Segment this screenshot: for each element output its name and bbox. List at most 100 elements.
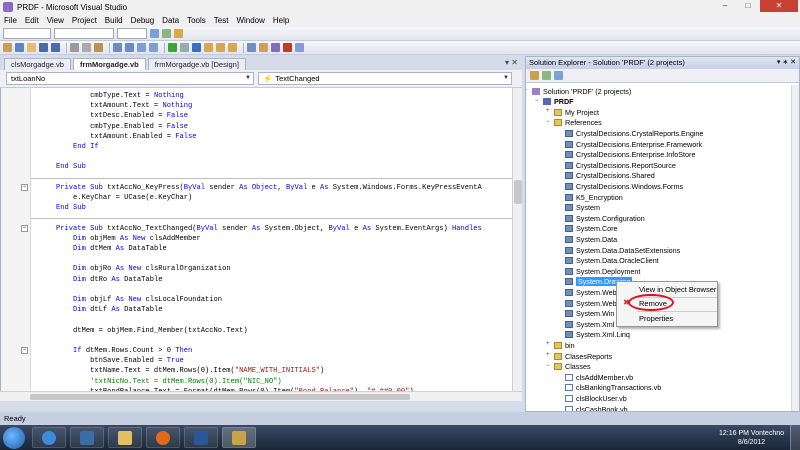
find-combo[interactable] [117,28,147,39]
document-tab[interactable]: frmMorgadge.vb [72,58,146,70]
collapse-toggle-icon[interactable]: − [21,347,28,354]
cut-icon[interactable] [70,43,79,52]
tree-item[interactable]: My Project [554,107,599,117]
maximize-button[interactable]: □ [737,0,759,12]
panel-controls[interactable]: ▾ ∗ ✕ [777,57,796,69]
menu-window[interactable]: Window [236,16,264,25]
tree-item[interactable]: System.Web [565,298,617,308]
pause-icon[interactable] [180,43,189,52]
tree-expander-icon[interactable]: − [546,363,550,369]
properties-icon[interactable] [530,71,539,80]
taskbar-word-button[interactable] [184,427,218,448]
menu-item-properties[interactable]: Properties [617,313,717,325]
solution-explorer-icon[interactable] [247,43,256,52]
tree-expander-icon[interactable]: − [526,87,528,93]
method-name-combo[interactable]: ⚡ TextChanged ▼ [258,72,512,85]
tree-item[interactable]: System.Web [565,287,617,297]
tree-item[interactable]: System.Xml.Linq [565,330,630,340]
tree-item[interactable]: System.Core [565,224,618,234]
tree-item[interactable]: System.Data.DataSetExtensions [565,245,680,255]
tree-item[interactable]: Solution 'PRDF' (2 projects) [532,86,631,96]
object-browser-icon[interactable] [271,43,280,52]
save-all-icon[interactable] [51,43,60,52]
scroll-thumb[interactable] [30,394,410,400]
show-all-files-icon[interactable] [542,71,551,80]
platform-combo[interactable] [54,28,114,39]
menu-tools[interactable]: Tools [187,16,206,25]
tree-item[interactable]: CrystalDecisions.Enterprise.InfoStore [565,150,695,160]
taskbar-firefox-button[interactable] [146,427,180,448]
tree-item[interactable]: clsBlockUser.vb [565,393,627,403]
tree-item[interactable]: bin [554,340,575,350]
tree-item[interactable]: CrystalDecisions.Windows.Forms [565,181,683,191]
step-into-icon[interactable] [204,43,213,52]
document-tab[interactable]: frmMorgadge.vb [Design] [147,58,246,70]
taskbar-ie-button[interactable] [32,427,66,448]
undo-icon[interactable] [113,43,122,52]
close-document-icon[interactable]: ▾ ✕ [505,58,518,67]
taskbar-media-button[interactable] [70,427,104,448]
toolbox-icon[interactable] [283,43,292,52]
tree-item[interactable]: PRDF [543,97,574,107]
tree-item[interactable]: References [554,118,602,128]
class-name-combo[interactable]: txtLoanNo ▼ [6,72,254,85]
tree-item[interactable]: System.Deployment [565,266,640,276]
solution-vertical-scrollbar[interactable] [791,85,799,411]
tree-item[interactable]: clsBankingTransactions.vb [565,383,661,393]
tree-item[interactable]: K5_Encryption [565,192,623,202]
start-button[interactable] [3,427,25,449]
stop-icon[interactable] [192,43,201,52]
tree-expander-icon[interactable]: − [535,98,539,104]
step-out-icon[interactable] [228,43,237,52]
options-icon[interactable] [174,29,183,38]
navigate-forward-icon[interactable] [149,43,158,52]
tree-item[interactable]: System.Win [565,309,614,319]
tree-expander-icon[interactable]: − [546,119,550,125]
show-desktop-button[interactable] [790,425,800,450]
editor-horizontal-scrollbar[interactable] [0,391,522,401]
start-page-icon[interactable] [295,43,304,52]
redo-icon[interactable] [125,43,134,52]
tree-item[interactable]: System.Xml [565,319,614,329]
tree-expander-icon[interactable]: + [546,352,550,358]
start-debugging-icon[interactable] [168,43,177,52]
tree-item[interactable]: System.Configuration [565,213,645,223]
paste-icon[interactable] [94,43,103,52]
tree-item[interactable]: CrystalDecisions.Shared [565,171,655,181]
tree-item[interactable]: ClasesReports [554,351,612,361]
tree-item[interactable]: clsCashBook.vb [565,404,628,411]
menu-file[interactable]: File [4,16,17,25]
scroll-thumb[interactable] [514,180,522,204]
tree-item[interactable]: CrystalDecisions.Enterprise.Framework [565,139,702,149]
minimize-button[interactable]: – [714,0,736,12]
copy-icon[interactable] [82,43,91,52]
menu-edit[interactable]: Edit [25,16,39,25]
step-over-icon[interactable] [216,43,225,52]
menu-debug[interactable]: Debug [131,16,155,25]
menu-project[interactable]: Project [72,16,97,25]
close-button[interactable]: ✕ [760,0,798,12]
code-editor[interactable]: cmbType.Text = Nothing txtAmount.Text = … [0,88,512,391]
document-tab[interactable]: clsMorgadge.vb [4,58,71,70]
navigate-back-icon[interactable] [137,43,146,52]
tree-item[interactable]: CrystalDecisions.CrystalReports.Engine [565,128,703,138]
menu-data[interactable]: Data [162,16,179,25]
tree-item[interactable]: Classes [554,362,591,372]
new-project-icon[interactable] [3,43,12,52]
menu-item-view-in-object-browser[interactable]: View in Object Browser [617,284,717,296]
refresh-icon[interactable] [554,71,563,80]
tree-item[interactable]: System [565,203,600,213]
tree-item[interactable]: System.Data [565,234,617,244]
menu-test[interactable]: Test [214,16,229,25]
open-icon[interactable] [27,43,36,52]
tree-expander-icon[interactable]: + [546,108,550,114]
menu-help[interactable]: Help [273,16,289,25]
tree-item[interactable]: clsAddMember.vb [565,372,633,382]
save-icon[interactable] [39,43,48,52]
collapse-toggle-icon[interactable]: − [21,224,28,232]
collapse-toggle-icon[interactable]: − [21,183,28,191]
add-item-icon[interactable] [15,43,24,52]
tree-item[interactable]: System.Data.OracleClient [565,256,659,266]
menu-build[interactable]: Build [105,16,123,25]
properties-icon[interactable] [259,43,268,52]
